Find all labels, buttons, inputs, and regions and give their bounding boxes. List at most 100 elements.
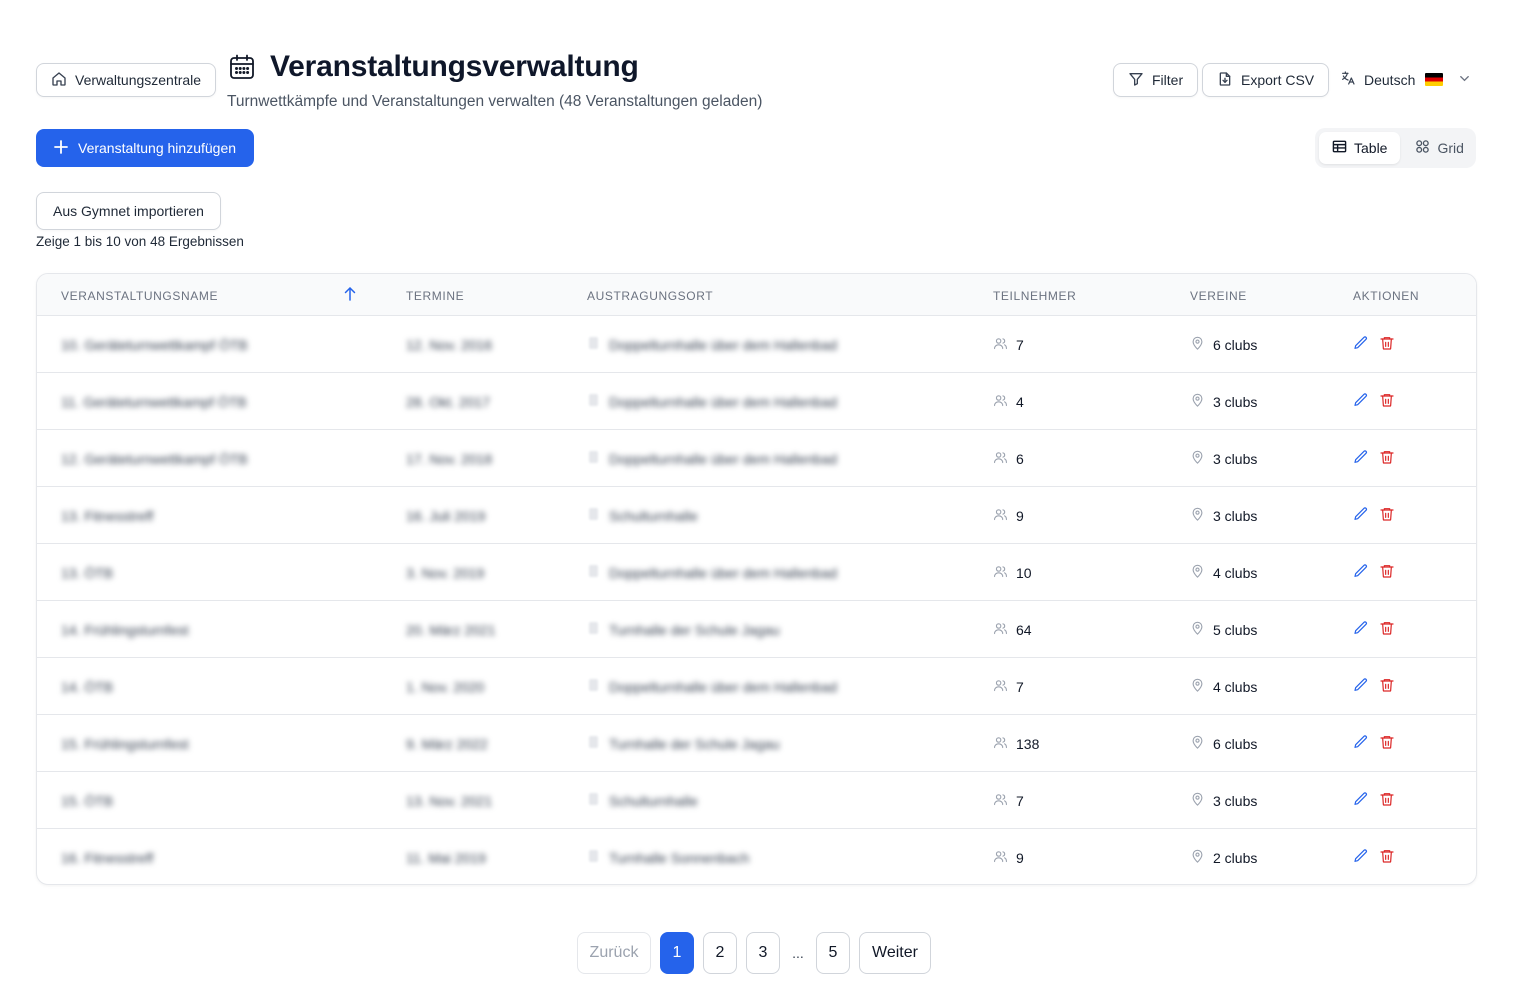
table-row[interactable]: 16. Fitnesstreff 11. Mai 2019 Turnhalle … [37,829,1476,884]
filter-icon [1128,71,1144,90]
trash-icon[interactable] [1379,620,1395,641]
sort-ascending-icon[interactable] [343,286,357,302]
language-select[interactable]: Deutsch [1340,70,1472,89]
edit-icon[interactable] [1353,449,1369,470]
clubs-count: 3 clubs [1213,793,1258,809]
view-grid-option[interactable]: Grid [1402,132,1476,164]
participants-count: 6 [1016,451,1024,467]
results-info: Zeige 1 bis 10 von 48 Ergebnissen [36,234,244,249]
trash-icon[interactable] [1379,677,1395,698]
venue-marker [589,451,598,463]
map-pin-icon [1190,564,1205,582]
edit-icon[interactable] [1353,620,1369,641]
event-venue-cell: Doppelturnhalle über dem Hallenbad [609,451,838,467]
row-actions [1353,677,1395,698]
column-header-name[interactable]: Veranstaltungsname [61,289,218,303]
table-row[interactable]: 13. Fitnesstreff 16. Juli 2019 Schulturn… [37,487,1476,544]
add-event-label: Veranstaltung hinzufügen [78,140,237,156]
table-header: Veranstaltungsname Termine Austragungsor… [37,274,1476,316]
clubs-cell: 6 clubs [1190,336,1257,354]
participants-count: 9 [1016,850,1024,866]
pagination-page-3[interactable]: 3 [746,932,780,974]
edit-icon[interactable] [1353,335,1369,356]
venue-marker [589,622,598,634]
edit-icon[interactable] [1353,677,1369,698]
table-row[interactable]: 10. Geräteturnwettkampf ÖTB 12. Nov. 201… [37,316,1476,373]
clubs-cell: 2 clubs [1190,849,1257,867]
event-date-cell: 3. Nov. 2019 [406,565,485,581]
table-row[interactable]: 15. Frühlingsturnfest 9. März 2022 Turnh… [37,715,1476,772]
clubs-cell: 3 clubs [1190,507,1257,525]
table-row[interactable]: 12. Geräteturnwettkampf ÖTB 17. Nov. 201… [37,430,1476,487]
venue-marker [589,679,598,691]
pagination: Zurück 1 2 3 ... 5 Weiter [577,932,931,974]
trash-icon[interactable] [1379,335,1395,356]
clubs-cell: 6 clubs [1190,735,1257,753]
clubs-cell: 3 clubs [1190,792,1257,810]
event-venue-cell: Schulturnhalle [609,793,698,809]
table-row[interactable]: 14. ÖTB 1. Nov. 2020 Doppelturnhalle übe… [37,658,1476,715]
add-event-button[interactable]: Veranstaltung hinzufügen [36,129,255,167]
participants-cell: 138 [993,735,1039,753]
map-pin-icon [1190,792,1205,810]
clubs-cell: 5 clubs [1190,621,1257,639]
language-label: Deutsch [1364,71,1416,88]
pagination-prev-button[interactable]: Zurück [577,932,651,974]
filter-label: Filter [1152,72,1184,88]
view-table-label: Table [1354,140,1388,156]
clubs-cell: 4 clubs [1190,678,1257,696]
pagination-page-1[interactable]: 1 [660,932,694,974]
edit-icon[interactable] [1353,848,1369,869]
table-row[interactable]: 11. Geräteturnwettkampf ÖTB 28. Okt. 201… [37,373,1476,430]
table-row[interactable]: 13. ÖTB 3. Nov. 2019 Doppelturnhalle übe… [37,544,1476,601]
clubs-cell: 3 clubs [1190,393,1257,411]
trash-icon[interactable] [1379,449,1395,470]
import-gymnet-button[interactable]: Aus Gymnet importieren [36,192,221,230]
chevron-down-icon [1457,71,1472,89]
clubs-count: 3 clubs [1213,451,1258,467]
participants-cell: 7 [993,336,1024,354]
edit-icon[interactable] [1353,563,1369,584]
event-date-cell: 11. Mai 2019 [406,850,486,866]
map-pin-icon [1190,621,1205,639]
participants-cell: 9 [993,507,1024,525]
trash-icon[interactable] [1379,563,1395,584]
pagination-page-last[interactable]: 5 [816,932,850,974]
trash-icon[interactable] [1379,506,1395,527]
trash-icon[interactable] [1379,848,1395,869]
trash-icon[interactable] [1379,392,1395,413]
table-row[interactable]: 15. ÖTB 13. Nov. 2021 Schulturnhalle 7 3… [37,772,1476,829]
pagination-page-2[interactable]: 2 [703,932,737,974]
filter-button[interactable]: Filter [1113,63,1199,97]
users-icon [993,792,1008,810]
clubs-count: 6 clubs [1213,736,1258,752]
edit-icon[interactable] [1353,791,1369,812]
admin-center-button[interactable]: Verwaltungszentrale [36,63,217,97]
pagination-next-button[interactable]: Weiter [859,932,931,974]
users-icon [993,849,1008,867]
column-header-dates: Termine [406,289,465,303]
admin-center-label: Verwaltungszentrale [75,72,202,88]
clubs-count: 5 clubs [1213,622,1258,638]
event-date-cell: 28. Okt. 2017 [406,394,491,410]
grid-icon [1415,139,1430,157]
column-header-participants: Teilnehmer [993,289,1077,303]
row-actions [1353,734,1395,755]
edit-icon[interactable] [1353,506,1369,527]
page-title: Veranstaltungsverwaltung [270,50,639,83]
event-name-cell: 14. Frühlingsturnfest [61,622,189,638]
view-table-option[interactable]: Table [1319,132,1401,164]
clubs-cell: 4 clubs [1190,564,1257,582]
edit-icon[interactable] [1353,392,1369,413]
edit-icon[interactable] [1353,734,1369,755]
trash-icon[interactable] [1379,791,1395,812]
participants-count: 10 [1016,565,1032,581]
trash-icon[interactable] [1379,734,1395,755]
table-row[interactable]: 14. Frühlingsturnfest 20. März 2021 Turn… [37,601,1476,658]
map-pin-icon [1190,450,1205,468]
calendar-icon [228,53,256,81]
venue-marker [589,850,598,862]
participants-cell: 64 [993,621,1032,639]
export-csv-button[interactable]: Export CSV [1202,63,1330,97]
venue-marker [589,793,598,805]
